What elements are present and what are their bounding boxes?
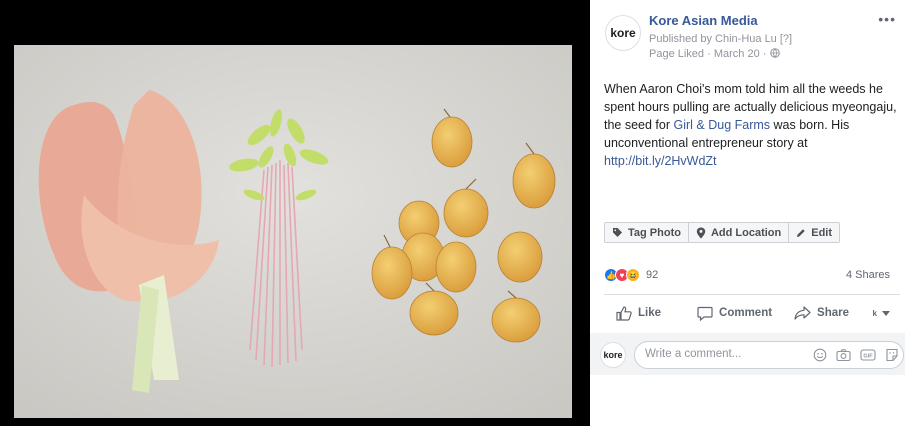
page-name-link[interactable]: Kore Asian Media — [649, 13, 758, 28]
photo-actions: Tag Photo Add Location Edit — [604, 222, 841, 243]
edit-label: Edit — [811, 226, 833, 239]
tag-photo-button[interactable]: Tag Photo — [605, 223, 689, 242]
comment-label: Comment — [719, 307, 773, 319]
gif-icon[interactable]: GIF — [860, 348, 876, 362]
photo-pane — [0, 0, 590, 426]
avatar-logo-text: kore — [610, 26, 636, 40]
divider — [604, 294, 900, 295]
haha-reaction-icon: 😆 — [626, 268, 640, 282]
girl-dug-farms-link[interactable]: Girl & Dug Farms — [674, 118, 771, 132]
meta-separator: · — [707, 48, 714, 60]
share-label: Share — [817, 307, 850, 319]
like-button[interactable]: Like — [616, 305, 662, 321]
camera-icon[interactable] — [836, 348, 851, 362]
add-location-label: Add Location — [710, 226, 782, 239]
post-text: When Aaron Choi's mom told him all the w… — [604, 80, 900, 170]
meta-separator: · — [762, 48, 770, 60]
page-avatar[interactable]: kore — [605, 15, 641, 51]
comment-composer: kore GIF — [590, 333, 905, 375]
post-sidebar: kore Kore Asian Media Published by Chin-… — [590, 0, 905, 426]
avatar-logo-text: kore — [603, 350, 623, 360]
thumbs-up-icon — [616, 305, 632, 321]
shares-count[interactable]: 4 Shares — [846, 269, 890, 281]
globe-icon — [769, 48, 780, 58]
emoji-icon[interactable] — [813, 348, 827, 362]
comment-icon — [697, 306, 713, 321]
edit-button[interactable]: Edit — [789, 223, 840, 242]
chevron-down-icon — [882, 310, 890, 316]
photo-illustration — [14, 45, 572, 418]
post-action-bar: Like Comment Share k — [604, 298, 900, 328]
location-pin-icon — [696, 227, 706, 238]
post-date[interactable]: March 20 — [714, 48, 760, 60]
reaction-count: 92 — [646, 269, 659, 281]
share-arrow-icon — [794, 306, 811, 320]
comment-input[interactable] — [645, 348, 795, 360]
comment-box: GIF — [634, 341, 904, 369]
svg-text:GIF: GIF — [863, 354, 873, 360]
pencil-icon — [797, 228, 805, 237]
share-button[interactable]: Share — [794, 306, 849, 320]
post-as-selector[interactable]: k — [873, 309, 896, 318]
sticker-icon[interactable] — [885, 348, 899, 362]
comment-icons: GIF — [813, 348, 899, 362]
commenter-avatar: kore — [600, 342, 626, 368]
more-options-icon[interactable]: ••• — [878, 11, 896, 27]
like-label: Like — [638, 307, 662, 319]
tag-icon — [613, 228, 622, 237]
post-url-link[interactable]: http://bit.ly/2HvWdZt — [604, 154, 717, 168]
page-liked-label: Page Liked — [649, 48, 705, 60]
post-photo[interactable] — [14, 45, 572, 418]
add-location-button[interactable]: Add Location — [688, 223, 790, 242]
tag-photo-label: Tag Photo — [628, 226, 681, 239]
reactions-summary[interactable]: 👍 ♥ 😆 92 — [604, 268, 658, 282]
comment-button[interactable]: Comment — [697, 306, 772, 321]
kore-mini-avatar-icon: k — [872, 308, 877, 318]
post-meta: Page Liked · March 20 · — [649, 48, 780, 60]
published-by: Published by Chin-Hua Lu [?] — [649, 33, 793, 45]
photo-viewer: kore Kore Asian Media Published by Chin-… — [0, 0, 905, 426]
